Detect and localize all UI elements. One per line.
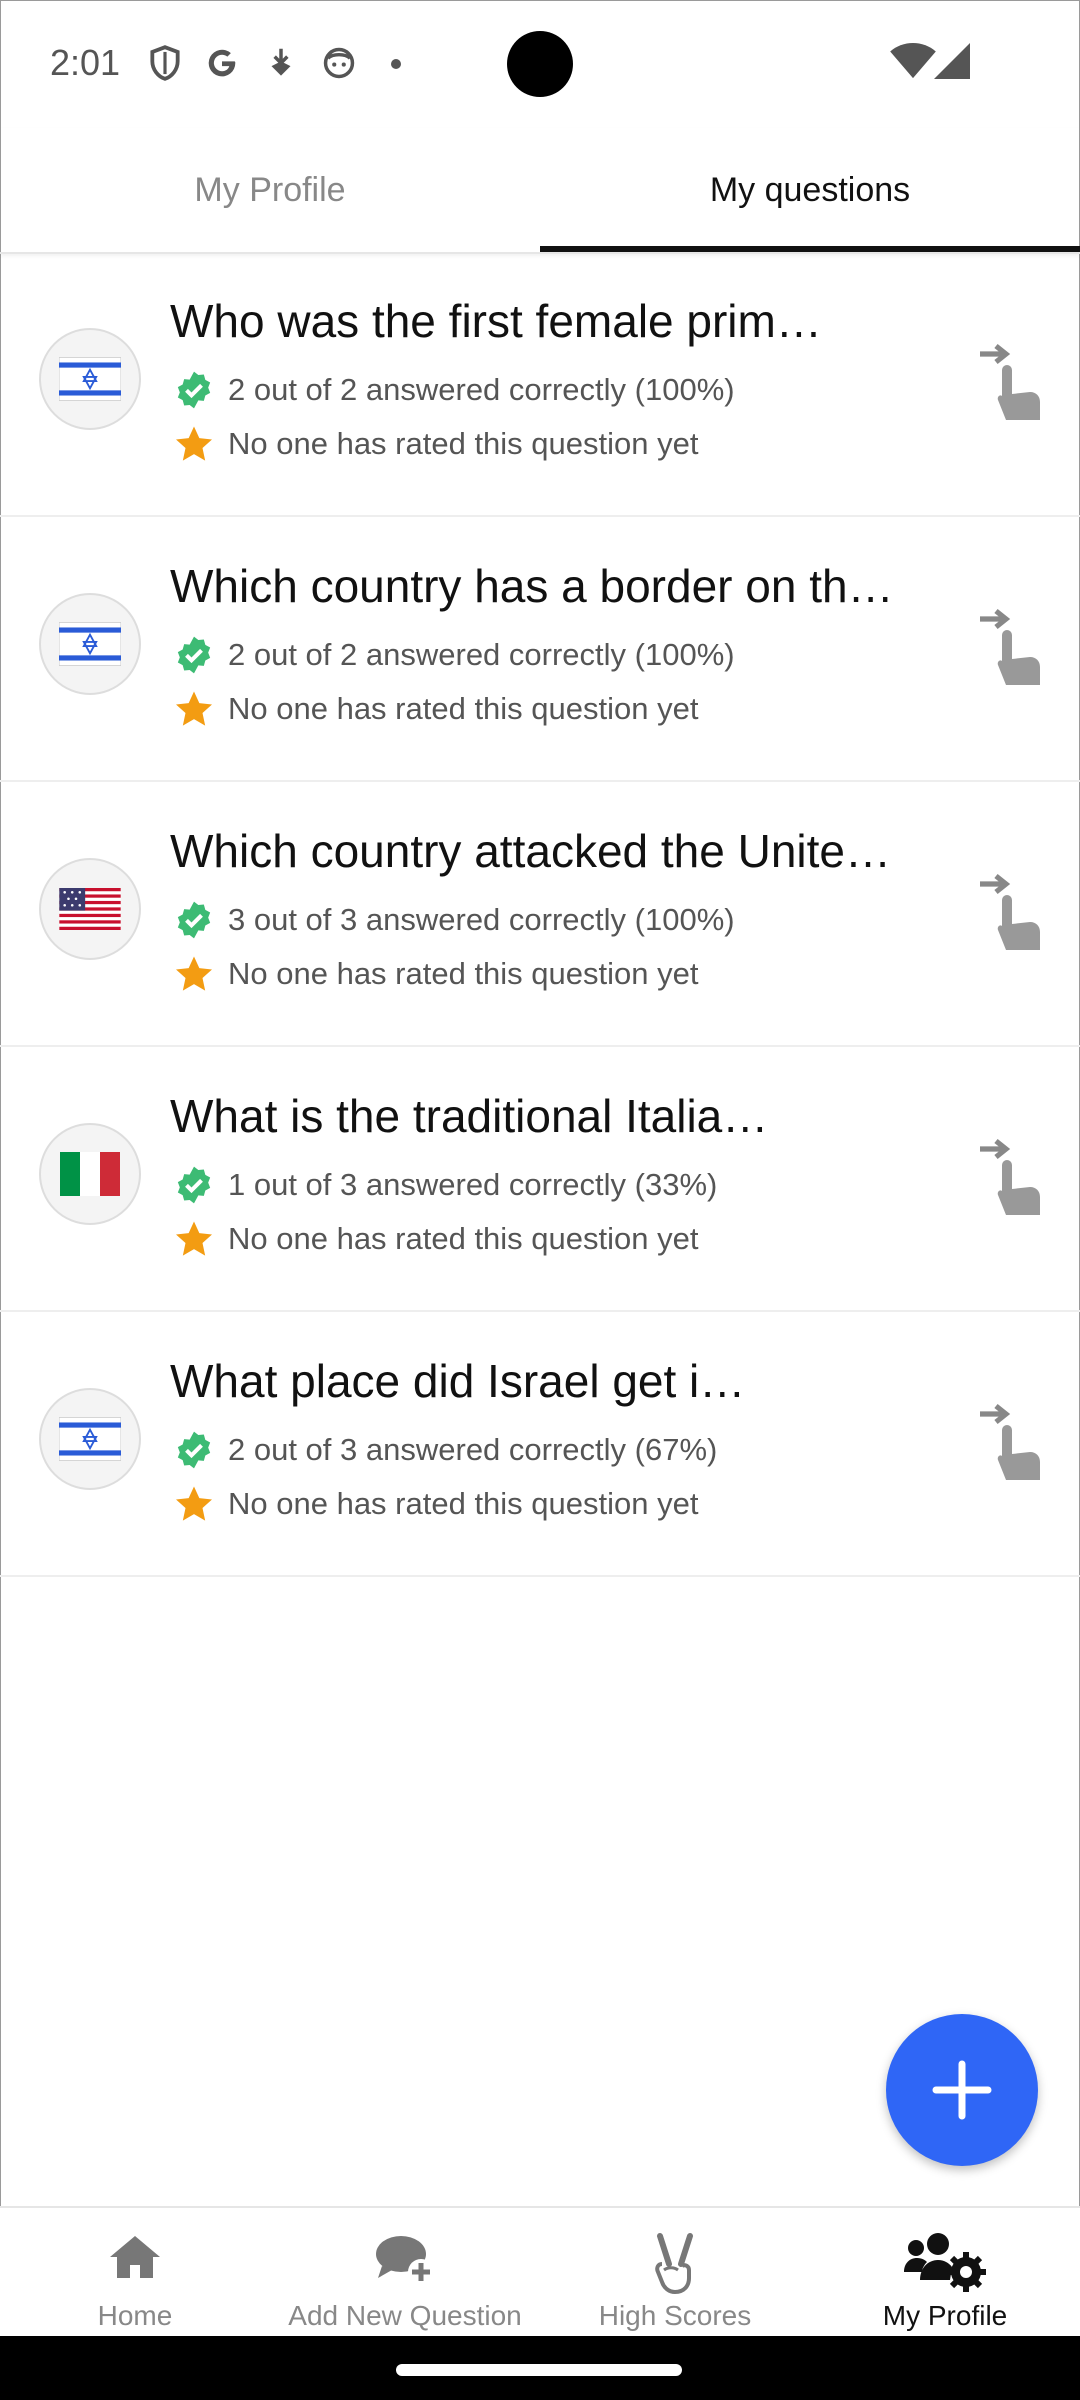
dot-icon: [391, 59, 401, 69]
rating-text: No one has rated this question yet: [228, 426, 699, 461]
question-title: Which country attacked the Unite…: [170, 825, 891, 877]
system-navigation-bar: [0, 2336, 1080, 2400]
israel-flag-icon: [39, 328, 141, 430]
answered-text: 2 out of 2 answered correctly (100%): [228, 372, 735, 407]
italy-flag-icon: [39, 1123, 141, 1225]
tab-my-profile[interactable]: My Profile: [0, 128, 540, 252]
rating-text: No one has rated this question yet: [228, 1486, 699, 1521]
question-title: Which country has a border on th…: [170, 560, 894, 612]
shield-icon: [150, 45, 180, 81]
verified-check-icon: [177, 1166, 211, 1204]
question-row[interactable]: What is the traditional Italia… 1 out of…: [0, 1047, 1080, 1312]
nav-add-new-question-label: Add New Question: [288, 2300, 522, 2331]
nav-add-new-question[interactable]: Add New Question: [270, 2208, 540, 2338]
signal-icon: [934, 43, 970, 79]
camera-cutout: [507, 31, 573, 97]
question-row[interactable]: Which country has a border on th… 2 out …: [0, 517, 1080, 782]
star-icon: [176, 1221, 212, 1256]
rating-text: No one has rated this question yet: [228, 956, 699, 991]
bottom-navigation: Home Add New Question High Scores My Pro…: [0, 2206, 1080, 2338]
nav-home[interactable]: Home: [0, 2208, 270, 2338]
star-icon: [176, 1486, 212, 1521]
add-comment-icon: [376, 2236, 434, 2285]
rating-stat: No one has rated this question yet: [174, 1219, 698, 1259]
wifi-icon: [890, 42, 936, 79]
users-gear-icon: [904, 2233, 986, 2292]
add-question-fab[interactable]: [886, 2014, 1038, 2166]
nav-high-scores-label: High Scores: [598, 2300, 752, 2331]
rating-text: No one has rated this question yet: [228, 1221, 699, 1256]
nav-my-profile-label: My Profile: [882, 2300, 1008, 2331]
answered-text: 3 out of 3 answered correctly (100%): [228, 902, 735, 937]
share-pointer-icon[interactable]: [978, 872, 1046, 952]
question-row[interactable]: Which country attacked the Unite… 3 out …: [0, 782, 1080, 1047]
usa-flag-icon: [39, 858, 141, 960]
download-icon: [271, 48, 291, 76]
victory-hand-icon: [655, 2233, 693, 2295]
answered-text: 2 out of 3 answered correctly (67%): [228, 1432, 718, 1467]
nav-my-profile[interactable]: My Profile: [810, 2208, 1080, 2338]
verified-check-icon: [177, 1431, 211, 1469]
question-title: What place did Israel get i…: [170, 1355, 746, 1407]
tab-bar: My Profile My questions: [0, 128, 1080, 254]
answered-stat: 2 out of 2 answered correctly (100%): [174, 370, 735, 410]
nav-home-label: Home: [97, 2300, 173, 2331]
question-title: Who was the first female prim…: [170, 295, 822, 347]
share-pointer-icon[interactable]: [978, 1137, 1046, 1217]
verified-check-icon: [177, 901, 211, 939]
answered-stat: 2 out of 3 answered correctly (67%): [174, 1430, 717, 1470]
question-list: Who was the first female prim… 2 out of …: [0, 252, 1080, 1577]
verified-check-icon: [177, 636, 211, 674]
home-icon: [110, 2236, 160, 2278]
verified-check-icon: [177, 371, 211, 409]
israel-flag-icon: [39, 593, 141, 695]
status-bar: 2:01: [0, 0, 1080, 128]
star-icon: [176, 426, 212, 461]
rating-stat: No one has rated this question yet: [174, 954, 698, 994]
home-gesture-handle[interactable]: [396, 2364, 682, 2376]
rating-stat: No one has rated this question yet: [174, 424, 698, 464]
google-icon: [208, 49, 236, 77]
share-pointer-icon[interactable]: [978, 342, 1046, 422]
rating-stat: No one has rated this question yet: [174, 689, 698, 729]
question-row[interactable]: What place did Israel get i… 2 out of 3 …: [0, 1312, 1080, 1577]
answered-text: 1 out of 3 answered correctly (33%): [228, 1167, 718, 1202]
share-pointer-icon[interactable]: [978, 607, 1046, 687]
answered-stat: 1 out of 3 answered correctly (33%): [174, 1165, 717, 1205]
question-row[interactable]: Who was the first female prim… 2 out of …: [0, 252, 1080, 517]
nav-high-scores[interactable]: High Scores: [540, 2208, 810, 2338]
plus-icon: [932, 2060, 992, 2120]
answered-text: 2 out of 2 answered correctly (100%): [228, 637, 735, 672]
israel-flag-icon: [39, 1388, 141, 1490]
star-icon: [176, 956, 212, 991]
status-time: 2:01: [50, 42, 121, 83]
face-icon: [323, 47, 355, 79]
share-pointer-icon[interactable]: [978, 1402, 1046, 1482]
answered-stat: 3 out of 3 answered correctly (100%): [174, 900, 735, 940]
rating-text: No one has rated this question yet: [228, 691, 699, 726]
answered-stat: 2 out of 2 answered correctly (100%): [174, 635, 735, 675]
star-icon: [176, 691, 212, 726]
question-title: What is the traditional Italia…: [170, 1090, 769, 1142]
rating-stat: No one has rated this question yet: [174, 1484, 698, 1524]
tab-my-questions[interactable]: My questions: [540, 128, 1080, 252]
